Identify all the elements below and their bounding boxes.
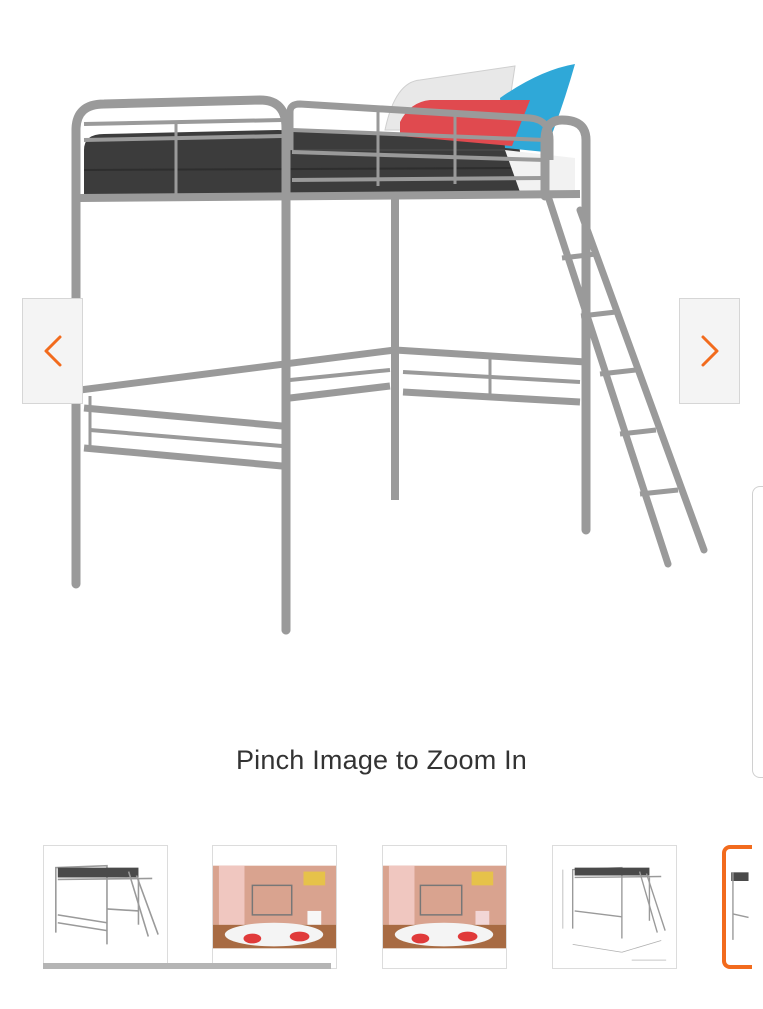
loft-bed-thumbnail-icon — [731, 872, 749, 940]
thumbnail-2[interactable] — [212, 845, 337, 969]
thumbnail-scrollbar[interactable] — [43, 963, 331, 969]
bedroom-scene-thumbnail-icon — [213, 865, 336, 949]
loft-bed-thumbnail-icon — [55, 864, 159, 945]
bedroom-scene-thumbnail-icon — [383, 865, 506, 949]
chevron-left-icon — [44, 335, 61, 367]
zoom-hint-text: Pinch Image to Zoom In — [235, 745, 528, 775]
dimensions-diagram-thumbnail-icon — [562, 866, 667, 961]
thumbnail-3[interactable] — [382, 845, 507, 969]
thumbnail-5-selected[interactable] — [722, 845, 752, 969]
thumbnail-1[interactable] — [43, 845, 168, 969]
main-product-image[interactable] — [0, 0, 763, 740]
thumbnail-4[interactable] — [552, 845, 677, 969]
side-scroll-handle[interactable] — [752, 486, 763, 778]
next-image-button[interactable] — [679, 298, 740, 404]
chevron-right-icon — [701, 335, 718, 367]
previous-image-button[interactable] — [22, 298, 83, 404]
product-image-gallery: Pinch Image to Zoom In — [0, 0, 763, 1009]
